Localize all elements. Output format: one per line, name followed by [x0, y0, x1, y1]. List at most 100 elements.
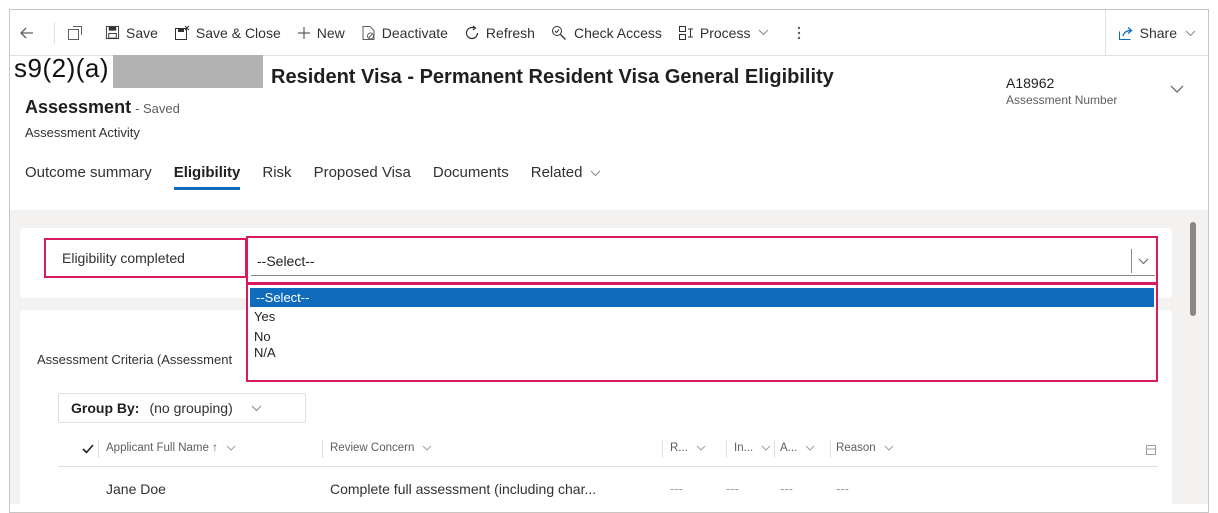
back-button[interactable]: [10, 10, 50, 56]
checkmark-icon[interactable]: [82, 444, 94, 454]
cell-reason: ---: [836, 481, 849, 496]
redaction-block: [113, 55, 263, 88]
chevron-down-icon: [591, 170, 601, 177]
column-divider: [98, 440, 99, 458]
column-options-icon[interactable]: [1146, 445, 1156, 455]
tab-proposed-visa[interactable]: Proposed Visa: [314, 164, 411, 190]
column-label: Reason: [836, 442, 876, 454]
process-button[interactable]: Process: [670, 10, 784, 56]
redaction-label: s9(2)(a): [14, 53, 110, 83]
refresh-icon: [465, 25, 479, 39]
new-button[interactable]: New: [289, 10, 353, 56]
chevron-down-icon: [423, 445, 432, 451]
arrow-left-icon: [20, 27, 33, 38]
process-label: Process: [699, 24, 751, 41]
plus-icon: [297, 26, 310, 39]
column-divider: [830, 440, 831, 458]
option-na[interactable]: N/A: [248, 343, 1156, 363]
select-value: --Select--: [257, 252, 315, 269]
expand-header-button[interactable]: [1170, 80, 1184, 98]
column-a[interactable]: A...: [780, 442, 815, 454]
toolbar-divider: [54, 21, 55, 44]
option-select[interactable]: --Select--: [250, 288, 1154, 307]
cell-a: ---: [780, 481, 793, 496]
eligibility-completed-label: Eligibility completed: [44, 238, 247, 278]
column-label: Review Concern: [330, 442, 415, 454]
eligibility-options-list: --Select-- Yes No N/A: [246, 283, 1158, 382]
cell-r: ---: [670, 481, 683, 496]
deactivate-icon: [362, 25, 375, 40]
tab-documents[interactable]: Documents: [433, 164, 509, 190]
command-bar: Save Save & Close New Deactivate Refresh…: [10, 10, 1208, 56]
column-applicant-full-name[interactable]: Applicant Full Name ↑: [106, 442, 236, 454]
column-label: Applicant Full Name ↑: [106, 442, 218, 454]
deactivate-button[interactable]: Deactivate: [353, 10, 456, 56]
assessment-number-label: Assessment Number: [1006, 93, 1118, 107]
tab-related[interactable]: Related: [531, 164, 602, 190]
assessment-number: A18962: [1006, 75, 1055, 91]
scrollbar-thumb[interactable]: [1190, 222, 1196, 316]
table-row[interactable]: Jane Doe Complete full assessment (inclu…: [58, 469, 1158, 505]
column-reason[interactable]: Reason: [836, 442, 894, 454]
chevron-down-icon: [761, 445, 771, 451]
column-label: In...: [734, 442, 754, 454]
chevron-down-icon: [226, 445, 236, 451]
save-icon: [105, 25, 120, 40]
chevron-down-icon: [805, 445, 815, 451]
chevron-down-icon: [759, 29, 769, 36]
column-review-concern[interactable]: Review Concern: [330, 442, 432, 454]
column-in[interactable]: In...: [734, 442, 771, 454]
share-button[interactable]: Share: [1104, 10, 1208, 56]
save-status: - Saved: [135, 101, 180, 116]
form-tabs: Outcome summary Eligibility Risk Propose…: [25, 164, 623, 190]
check-access-label: Check Access: [573, 24, 662, 41]
entity-subtitle: Assessment Activity: [25, 125, 140, 140]
column-divider: [662, 440, 663, 458]
check-access-icon: [551, 25, 566, 40]
chevron-down-icon: [1138, 258, 1149, 264]
option-yes[interactable]: Yes: [248, 307, 1156, 327]
select-caret[interactable]: [1131, 249, 1149, 273]
column-divider: [726, 440, 727, 458]
cell-applicant-name: Jane Doe: [106, 481, 166, 497]
save-button[interactable]: Save: [97, 10, 166, 56]
more-vertical-icon: [798, 26, 801, 39]
group-by-label: Group By:: [71, 400, 140, 416]
tab-eligibility[interactable]: Eligibility: [173, 164, 240, 190]
grid-header: Applicant Full Name ↑ Review Concern R..…: [58, 431, 1158, 467]
group-by-value: (no grouping): [149, 400, 233, 416]
tab-risk[interactable]: Risk: [262, 164, 291, 190]
chevron-down-icon: [251, 405, 262, 411]
column-r[interactable]: R...: [670, 442, 706, 454]
eligibility-completed-field: --Select--: [246, 236, 1158, 284]
tab-outcome-summary[interactable]: Outcome summary: [25, 164, 152, 190]
chevron-down-icon: [696, 445, 706, 451]
criteria-section-label: Assessment Criteria (Assessment: [37, 352, 233, 367]
check-access-button[interactable]: Check Access: [543, 10, 670, 56]
cell-review-concern: Complete full assessment (including char…: [330, 481, 597, 497]
tab-related-label: Related: [530, 164, 583, 181]
share-icon: [1118, 26, 1133, 40]
save-and-close-button[interactable]: Save & Close: [166, 10, 289, 56]
chevron-down-icon: [1185, 30, 1196, 36]
more-commands-button[interactable]: [789, 10, 815, 56]
refresh-button[interactable]: Refresh: [456, 10, 543, 56]
record-title: Resident Visa - Permanent Resident Visa …: [271, 66, 834, 88]
column-label: A...: [780, 442, 798, 454]
entity-label: Assessment: [25, 97, 132, 117]
column-divider: [322, 440, 323, 458]
new-label: New: [316, 24, 345, 41]
save-and-close-label: Save & Close: [195, 24, 281, 41]
group-by-control[interactable]: Group By: (no grouping): [58, 393, 306, 423]
save-label: Save: [126, 24, 158, 41]
deactivate-label: Deactivate: [381, 24, 448, 41]
cell-in: ---: [726, 481, 739, 496]
entity-name: Assessment - Saved: [25, 97, 180, 118]
open-in-new-window-button[interactable]: [59, 10, 97, 56]
eligibility-completed-select[interactable]: --Select--: [251, 246, 1155, 276]
share-label: Share: [1139, 25, 1177, 41]
save-close-icon: [174, 25, 190, 40]
refresh-label: Refresh: [485, 24, 535, 41]
process-icon: [678, 25, 693, 40]
chevron-down-icon: [1170, 85, 1184, 93]
